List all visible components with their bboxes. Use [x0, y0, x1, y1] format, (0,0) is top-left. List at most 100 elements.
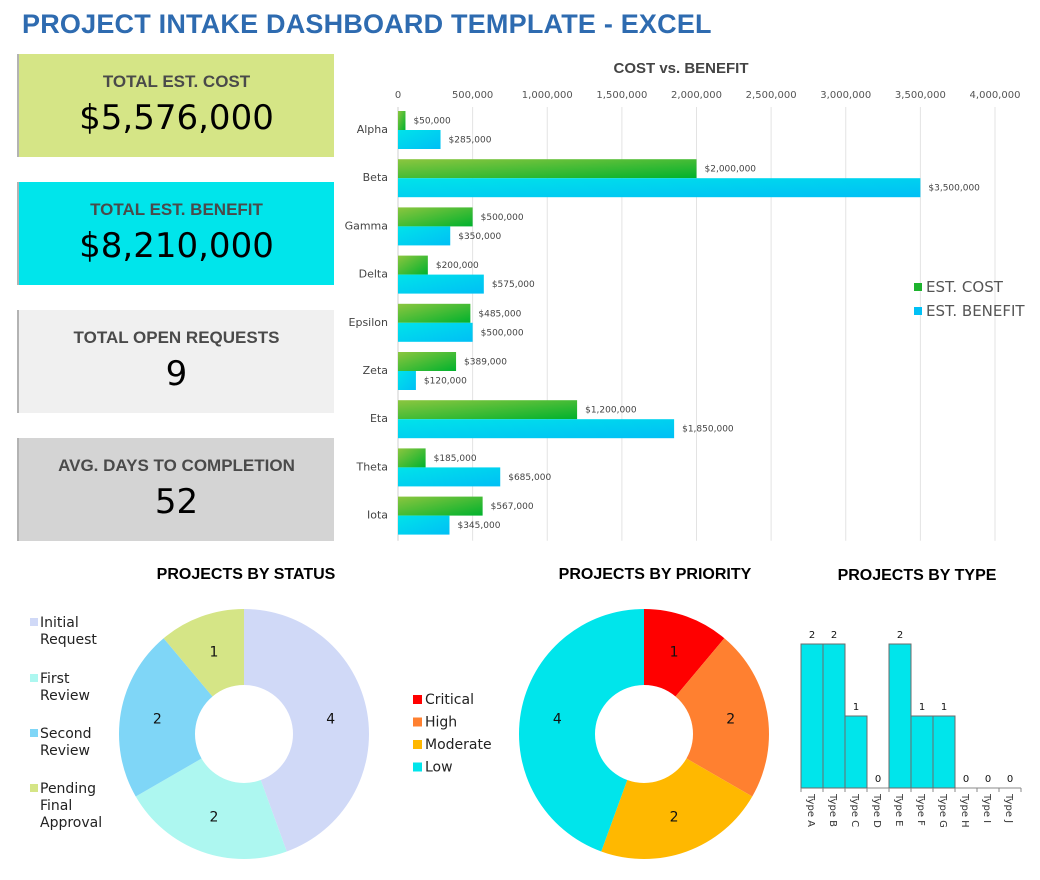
- legend-label: Low: [425, 760, 453, 776]
- x-tick-label: Type E: [893, 793, 904, 826]
- cost-bar: [398, 207, 473, 227]
- benefit-bar: [398, 419, 675, 439]
- x-tick-label: 4,000,000: [970, 90, 1021, 101]
- slice-data-label: 1: [670, 644, 679, 660]
- benefit-bar: [398, 226, 451, 246]
- bar-data-label: $485,000: [478, 309, 521, 319]
- slice-data-label: 2: [670, 810, 679, 826]
- kpi-avg-days-to-completion: AVG. DAYS TO COMPLETION 52: [17, 438, 334, 541]
- x-tick-label: Type I: [981, 793, 992, 823]
- x-tick-label: Type H: [959, 793, 970, 828]
- benefit-bar: [398, 130, 441, 149]
- bar-data-label: $567,000: [491, 502, 534, 512]
- slice-data-label: 2: [153, 712, 162, 728]
- kpi-total-open-requests: TOTAL OPEN REQUESTS 9: [17, 310, 334, 413]
- slice-data-label: 4: [553, 712, 562, 728]
- type-bar: [844, 715, 868, 789]
- x-tick-label: Type J: [1003, 793, 1014, 823]
- kpi-value: 9: [165, 354, 188, 394]
- bar-data-label: $345,000: [457, 521, 500, 531]
- legend-label: Review: [40, 743, 90, 759]
- chart-title: PROJECTS BY STATUS: [157, 566, 336, 583]
- x-tick-label: 3,500,000: [895, 90, 946, 101]
- bar-data-label: 1: [853, 702, 859, 713]
- type-bar: [910, 715, 934, 789]
- benefit-bar: [398, 178, 921, 198]
- legend-label: Review: [40, 688, 90, 704]
- bar-data-label: 0: [963, 774, 969, 785]
- legend-label: Approval: [40, 815, 102, 831]
- benefit-bar: [398, 371, 416, 390]
- bar-data-label: $200,000: [436, 261, 479, 271]
- x-tick-label: 1,000,000: [522, 90, 573, 101]
- bar-data-label: 0: [985, 774, 991, 785]
- legend-swatch: [413, 695, 422, 704]
- kpi-value: $5,576,000: [79, 98, 274, 138]
- category-label: Eta: [370, 412, 388, 425]
- bar-data-label: $1,850,000: [682, 425, 734, 435]
- benefit-bar: [398, 515, 450, 535]
- category-label: Epsilon: [349, 316, 389, 329]
- legend-swatch: [914, 307, 922, 315]
- x-tick-label: 2,000,000: [671, 90, 722, 101]
- cost-bar: [398, 352, 457, 371]
- x-tick-label: Type D: [871, 793, 882, 828]
- type-bar: [800, 643, 824, 789]
- x-tick-label: Type A: [805, 793, 816, 827]
- legend-swatch: [413, 717, 422, 727]
- type-bar: [888, 643, 912, 789]
- kpi-label: TOTAL EST. COST: [102, 72, 251, 91]
- priority-chart: PROJECTS BY PRIORITY 1 2 2 4 Critical High Mo…: [413, 566, 769, 859]
- bar-data-label: 1: [941, 702, 947, 713]
- legend-label: Second: [40, 726, 92, 742]
- bar-data-label: $575,000: [492, 280, 535, 290]
- legend-swatch: [30, 618, 38, 626]
- x-tick-label: Type C: [849, 793, 860, 827]
- x-tick-label: Type G: [937, 793, 948, 828]
- benefit-bar: [398, 467, 501, 487]
- type-bar: [822, 643, 846, 789]
- chart-title: PROJECTS BY PRIORITY: [559, 566, 752, 583]
- legend-label: Final: [40, 798, 72, 814]
- x-tick-label: Type B: [827, 793, 838, 827]
- kpi-total-est-cost: TOTAL EST. COST $5,576,000: [17, 54, 334, 157]
- cost-bar: [398, 448, 426, 468]
- chart-title: PROJECTS BY TYPE: [838, 567, 997, 584]
- kpi-total-est-benefit: TOTAL EST. BENEFIT $8,210,000: [17, 182, 334, 285]
- legend-swatch: [413, 762, 422, 772]
- x-tick-label: 3,000,000: [820, 90, 871, 101]
- cost-bar: [398, 400, 578, 420]
- bar-data-label: $500,000: [481, 213, 524, 223]
- kpi-label: AVG. DAYS TO COMPLETION: [58, 456, 295, 475]
- bar-data-label: $1,200,000: [585, 406, 637, 416]
- cost-benefit-chart: COST vs. BENEFIT 0 500,000 1,000,000 1,500,…: [345, 60, 1025, 541]
- bar-data-label: $500,000: [481, 328, 524, 338]
- x-tick-label: 0: [395, 90, 401, 101]
- legend-label: Critical: [425, 692, 474, 708]
- cost-bar: [398, 111, 406, 130]
- legend-label: EST. COST: [926, 278, 1004, 296]
- category-label: Theta: [355, 460, 388, 473]
- legend-label: Pending: [40, 781, 96, 797]
- bar-data-label: 2: [831, 630, 837, 641]
- legend-label: Request: [40, 632, 97, 648]
- x-tick-label: 1,500,000: [596, 90, 647, 101]
- chart-title: COST vs. BENEFIT: [613, 60, 748, 77]
- bar-data-label: $685,000: [508, 473, 551, 483]
- kpi-label: TOTAL OPEN REQUESTS: [73, 328, 280, 347]
- kpi-value: 52: [154, 482, 199, 522]
- bar-data-label: 0: [1007, 774, 1013, 785]
- kpi-value: $8,210,000: [79, 226, 274, 266]
- benefit-bar: [398, 322, 473, 342]
- slice-data-label: 2: [209, 810, 218, 826]
- bar-data-label: $389,000: [464, 358, 507, 368]
- bar-data-label: $3,500,000: [928, 184, 980, 194]
- page-title: PROJECT INTAKE DASHBOARD TEMPLATE - EXCE…: [22, 9, 712, 39]
- bar-data-label: $2,000,000: [705, 165, 757, 175]
- bar-data-label: 2: [809, 630, 815, 641]
- bar-data-label: $185,000: [434, 454, 477, 464]
- category-label: Alpha: [357, 123, 388, 136]
- bar-data-label: $350,000: [458, 232, 501, 242]
- legend-label: Initial: [40, 615, 79, 631]
- legend-swatch: [30, 729, 38, 737]
